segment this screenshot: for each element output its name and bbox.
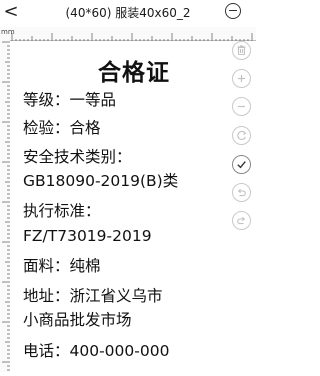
delete-icon[interactable] (232, 41, 251, 60)
label-line-inspection[interactable]: 检验：合格 (23, 118, 101, 138)
page-title: (40*60) 服装40x60_2 (65, 6, 191, 20)
label-line-address[interactable]: 地址：浙江省义乌市 (23, 286, 163, 306)
zoom-in-icon[interactable] (232, 69, 251, 88)
label-line-standard-title[interactable]: 执行标准： (23, 201, 101, 221)
ruler-unit: mm (1, 28, 15, 36)
confirm-icon[interactable] (232, 155, 251, 174)
label-canvas[interactable]: 合格证 等级：一等品 检验：合格 安全技术类别： GB18090-2019(B)… (10, 41, 256, 372)
rotate-icon[interactable] (232, 126, 251, 145)
ruler-ticks-vertical (2, 41, 10, 371)
undo-icon[interactable] (232, 183, 251, 202)
zoom-out-icon[interactable] (232, 97, 251, 116)
label-heading[interactable]: 合格证 (98, 58, 170, 88)
horizontal-ruler (0, 27, 256, 42)
label-line-safety-value[interactable]: GB18090-2019(B)类 (23, 171, 178, 191)
minus-circle-icon[interactable] (225, 3, 241, 19)
label-line-safety-title[interactable]: 安全技术类别： (23, 147, 132, 167)
label-line-fabric[interactable]: 面料：纯棉 (23, 256, 101, 276)
label-line-address-cont[interactable]: 小商品批发市场 (23, 310, 132, 330)
back-button[interactable]: < (2, 1, 20, 23)
top-bar: < (40*60) 服装40x60_2 (0, 0, 256, 26)
label-line-phone[interactable]: 电话：400-000-000 (23, 341, 169, 361)
label-line-grade[interactable]: 等级：一等品 (23, 90, 116, 110)
redo-icon[interactable] (232, 211, 251, 230)
label-line-standard-value[interactable]: FZ/T73019-2019 (23, 226, 152, 246)
